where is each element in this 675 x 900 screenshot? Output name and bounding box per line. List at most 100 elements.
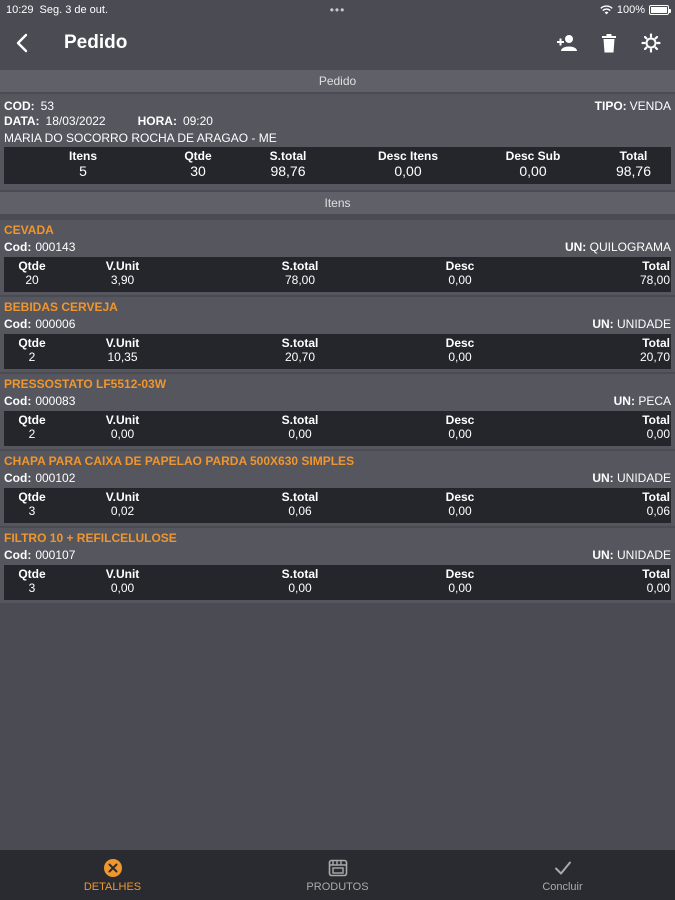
col-stotal: S.total	[281, 336, 319, 350]
totals-itens-label: Itens	[68, 149, 97, 163]
nav-bar: Pedido	[0, 20, 675, 66]
item-values: Qtde 3 V.Unit 0,00 S.total 0,00 Desc 0,00 To…	[4, 565, 671, 600]
item-desc: 0,00	[448, 427, 472, 441]
item-un: QUILOGRAMA	[589, 239, 671, 254]
totals-desc-itens-value: 0,00	[394, 163, 422, 179]
col-stotal: S.total	[281, 259, 319, 273]
gear-icon	[641, 33, 661, 53]
col-qtde: Qtde	[18, 413, 46, 427]
item-cod-label: Cod:	[4, 316, 32, 331]
tab-produtos[interactable]: PRODUTOS	[225, 850, 450, 900]
section-header-itens: Itens	[0, 192, 675, 214]
item-desc: 0,00	[448, 350, 472, 364]
back-button[interactable]	[10, 31, 34, 55]
col-stotal: S.total	[281, 413, 319, 427]
col-total: Total	[642, 413, 670, 427]
col-qtde: Qtde	[18, 567, 46, 581]
item-vunit: 0,00	[110, 581, 135, 595]
trash-icon	[602, 33, 616, 52]
col-desc: Desc	[445, 567, 475, 581]
col-total: Total	[642, 336, 670, 350]
totals-stotal-label: S.total	[269, 149, 307, 163]
item-desc: 0,00	[448, 504, 472, 518]
totals-itens-value: 5	[79, 163, 87, 179]
col-vunit: V.Unit	[105, 490, 140, 504]
totals-qtde-value: 30	[190, 163, 206, 179]
delete-button[interactable]	[597, 31, 621, 55]
col-total: Total	[642, 259, 670, 273]
item-vunit: 3,90	[110, 273, 135, 287]
status-date: Seg. 3 de out.	[39, 4, 109, 16]
list-item[interactable]: BEBIDAS CERVEJA Cod: 000006 UN: UNIDADE Qt…	[0, 297, 675, 372]
item-stotal: 0,06	[288, 504, 312, 518]
item-un: PECA	[638, 393, 671, 408]
col-desc: Desc	[445, 490, 475, 504]
item-cod-label: Cod:	[4, 393, 32, 408]
totals-desc-sub-label: Desc Sub	[505, 149, 561, 163]
item-name: BEBIDAS CERVEJA	[4, 300, 118, 314]
item-name: PRESSOSTATO LF5512-03W	[4, 377, 167, 391]
person-add-icon	[557, 35, 577, 51]
item-total: 0,00	[646, 581, 670, 595]
list-item[interactable]: PRESSOSTATO LF5512-03W Cod: 000083 UN: PEC…	[0, 374, 675, 449]
item-total: 20,70	[639, 350, 670, 364]
item-name: CEVADA	[4, 223, 54, 237]
status-time: 10:29	[6, 4, 34, 16]
settings-button[interactable]	[639, 31, 663, 55]
item-total: 0,00	[646, 427, 670, 441]
item-cod: 000083	[35, 393, 76, 408]
item-un-label: UN:	[592, 316, 614, 331]
item-un: UNIDADE	[616, 470, 671, 485]
item-un-label: UN:	[564, 239, 587, 254]
col-stotal: S.total	[281, 490, 319, 504]
item-qtde: 2	[28, 350, 36, 364]
totals-desc-itens-label: Desc Itens	[377, 149, 439, 163]
multitask-dots[interactable]: •••	[330, 3, 346, 17]
item-un-label: UN:	[592, 470, 614, 485]
item-qtde: 3	[28, 581, 36, 595]
col-vunit: V.Unit	[105, 336, 140, 350]
item-name: FILTRO 10 + REFILCELULOSE	[4, 531, 177, 545]
item-name: CHAPA PARA CAIXA DE PAPELAO PARDA 500X63…	[4, 454, 355, 468]
page-title: Pedido	[64, 32, 128, 53]
list-item[interactable]: CEVADA Cod: 000143 UN: QUILOGRAMA Qtde 20 V…	[0, 220, 675, 295]
item-un-label: UN:	[613, 393, 635, 408]
totals-desc-sub-value: 0,00	[519, 163, 547, 179]
item-values: Qtde 20 V.Unit 3,90 S.total 78,00 Desc 0,00 …	[4, 257, 671, 292]
col-total: Total	[642, 490, 670, 504]
list-item[interactable]: CHAPA PARA CAIXA DE PAPELAO PARDA 500X63…	[0, 451, 675, 526]
item-qtde: 20	[25, 273, 39, 287]
item-cod: 000107	[35, 547, 76, 562]
item-cod-label: Cod:	[4, 547, 32, 562]
totals-total-label: Total	[619, 149, 648, 163]
item-stotal: 0,00	[288, 581, 312, 595]
tab-detalhes[interactable]: DETALHES	[0, 850, 225, 900]
checkmark-icon	[554, 861, 571, 875]
item-desc: 0,00	[448, 273, 472, 287]
item-total: 0,06	[646, 504, 670, 518]
data-label: DATA:	[4, 113, 40, 128]
item-stotal: 0,00	[288, 427, 312, 441]
item-un: UNIDADE	[616, 316, 671, 331]
item-values: Qtde 3 V.Unit 0,02 S.total 0,06 Desc 0,00 To…	[4, 488, 671, 523]
totals-qtde-label: Qtde	[184, 149, 212, 163]
item-qtde: 2	[28, 427, 36, 441]
item-total: 78,00	[639, 273, 670, 287]
tab-concluir[interactable]: Concluir	[450, 850, 675, 900]
item-un: UNIDADE	[616, 547, 671, 562]
item-values: Qtde 2 V.Unit 10,35 S.total 20,70 Desc 0,00 …	[4, 334, 671, 369]
tipo-label: TIPO:	[594, 98, 627, 113]
tab-detalhes-label: DETALHES	[83, 881, 142, 893]
item-stotal: 20,70	[284, 350, 316, 364]
col-qtde: Qtde	[18, 490, 46, 504]
hora-label: HORA:	[137, 113, 177, 128]
col-vunit: V.Unit	[105, 567, 140, 581]
add-person-button[interactable]	[555, 31, 579, 55]
section-header-pedido: Pedido	[0, 70, 675, 92]
item-vunit: 0,02	[110, 504, 135, 518]
list-item[interactable]: FILTRO 10 + REFILCELULOSE Cod: 000107 UN: …	[0, 528, 675, 603]
item-vunit: 10,35	[107, 350, 138, 364]
item-cod: 000006	[35, 316, 76, 331]
order-date: 18/03/2022	[45, 113, 106, 128]
tab-concluir-label: Concluir	[542, 881, 583, 893]
